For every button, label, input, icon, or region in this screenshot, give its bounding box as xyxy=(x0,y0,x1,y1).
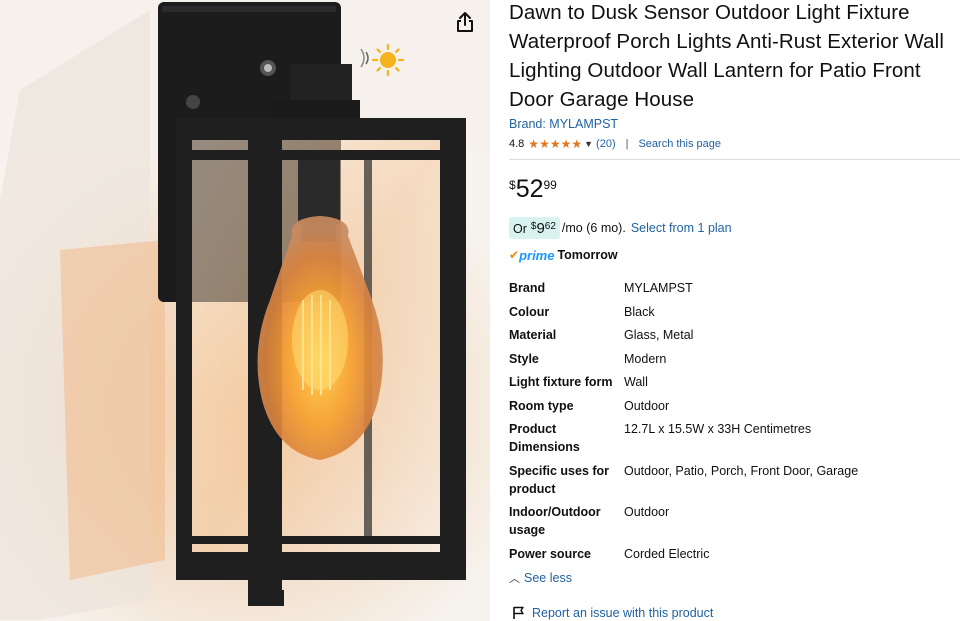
rating-value: 4.8 xyxy=(509,138,525,150)
spec-key: Specific uses for product xyxy=(509,463,610,496)
spec-value: Wall xyxy=(624,375,648,389)
price: $ 52 99 xyxy=(509,176,960,206)
star-rating[interactable]: ★ ★ ★ ★ ★ xyxy=(528,138,582,150)
report-issue-link[interactable]: Report an issue with this product xyxy=(512,606,960,620)
spec-value: MYLAMPST xyxy=(624,281,693,295)
prime-delivery: ✔ prime Tomorrow xyxy=(509,246,960,264)
see-less-link[interactable]: ︿ See less xyxy=(509,570,960,586)
chevron-down-icon[interactable]: ▼ xyxy=(584,139,593,149)
star-icon: ★ xyxy=(571,137,583,151)
installment-fraction: 62 xyxy=(544,221,556,232)
search-page-link[interactable]: Search this page xyxy=(638,138,721,150)
spec-value: Glass, Metal xyxy=(624,328,694,342)
spec-row: Product Dimensions 12.7L x 15.5W x 33H Ce… xyxy=(509,420,960,462)
share-button[interactable] xyxy=(454,10,476,34)
chevron-up-icon: ︿ xyxy=(509,573,520,585)
installment-terms: /mo (6 mo). xyxy=(561,221,626,235)
price-whole: 52 xyxy=(515,175,544,203)
spec-key: Product Dimensions xyxy=(509,422,580,454)
product-image[interactable] xyxy=(0,0,490,621)
spec-value: Black xyxy=(624,304,655,319)
spec-key: Power source xyxy=(509,546,591,561)
spec-value: Outdoor, Patio, Porch, Front Door, Garag… xyxy=(624,463,859,478)
price-currency: $ xyxy=(509,178,516,192)
delivery-day: Tomorrow xyxy=(557,248,618,262)
spec-row: Power source Corded Electric xyxy=(509,545,960,569)
select-plan-link[interactable]: Select from 1 plan xyxy=(631,221,732,235)
spec-row: Light fixture form Wall xyxy=(509,373,960,397)
rating-row: 4.8 ★ ★ ★ ★ ★ ▼ (20) | Search this page xyxy=(509,135,960,153)
star-icon: ★ xyxy=(539,137,550,151)
spec-key: Indoor/Outdoor usage xyxy=(509,505,601,537)
installment-whole: 9 xyxy=(536,220,545,237)
lantern-photo xyxy=(0,0,490,621)
installment-price-badge: Or $ 9 62 xyxy=(509,217,560,239)
spec-row: Colour Black xyxy=(509,303,960,327)
spec-key: Light fixture form xyxy=(509,375,613,389)
star-icon: ★ xyxy=(528,137,540,151)
share-icon xyxy=(457,12,473,32)
spec-key: Brand xyxy=(509,281,546,295)
spec-key: Style xyxy=(509,351,539,366)
spec-key: Colour xyxy=(509,304,550,319)
brand-link[interactable]: Brand: MYLAMPST xyxy=(509,117,960,131)
spec-key: Room type xyxy=(509,398,574,413)
spec-value: Modern xyxy=(624,351,667,366)
spec-key: Material xyxy=(509,328,557,342)
spec-table: Brand MYLAMPST Colour Black Material Glass,… xyxy=(509,269,960,568)
prime-check-icon: ✔ xyxy=(509,248,520,262)
report-label: Report an issue with this product xyxy=(532,606,714,620)
star-icon: ★ xyxy=(549,137,561,151)
installment-offer: Or $ 9 62 /mo (6 mo). Select from 1 plan xyxy=(509,217,960,239)
prime-logo: ✔ prime xyxy=(509,248,554,263)
spec-row: Brand MYLAMPST xyxy=(509,269,960,303)
price-fraction: 99 xyxy=(543,178,557,192)
prime-label: prime xyxy=(519,247,555,263)
spec-row: Material Glass, Metal xyxy=(509,326,960,350)
product-details: Dawn to Dusk Sensor Outdoor Light Fixtur… xyxy=(509,0,960,620)
divider xyxy=(509,159,960,160)
spec-value: Corded Electric xyxy=(624,546,710,561)
spec-row: Specific uses for product Outdoor, Patio,… xyxy=(509,462,960,504)
flag-icon xyxy=(513,606,524,619)
spec-value: Outdoor xyxy=(624,505,670,519)
installment-prefix: Or xyxy=(513,222,527,236)
see-less-label: See less xyxy=(524,571,572,585)
separator: | xyxy=(625,138,629,150)
spec-value: Outdoor xyxy=(624,398,670,413)
spec-row: Indoor/Outdoor usage Outdoor xyxy=(509,503,960,545)
spec-row: Room type Outdoor xyxy=(509,397,960,421)
spec-row: Style Modern xyxy=(509,350,960,374)
spec-value: 12.7L x 15.5W x 33H Centimetres xyxy=(624,422,812,436)
rating-count-link[interactable]: (20) xyxy=(596,138,616,150)
star-icon: ★ xyxy=(560,137,572,151)
product-title: Dawn to Dusk Sensor Outdoor Light Fixtur… xyxy=(509,1,944,111)
